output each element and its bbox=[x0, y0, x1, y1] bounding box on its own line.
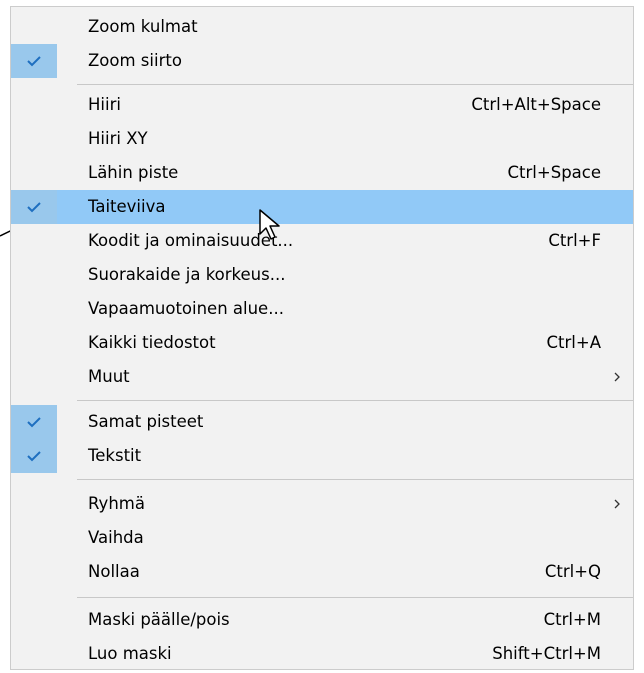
menu-item-zoom-siirto[interactable]: Zoom siirto bbox=[11, 44, 633, 78]
menu-item-label: Tekstit bbox=[88, 446, 142, 465]
check-icon bbox=[11, 405, 57, 439]
menu-item-label: Taiteviiva bbox=[88, 197, 166, 216]
menu-item-shortcut: Ctrl+A bbox=[546, 333, 601, 352]
menu-item-maski[interactable]: Maski päälle/pois Ctrl+M bbox=[11, 603, 633, 637]
menu-separator bbox=[77, 84, 633, 85]
menu-item-label: Maski päälle/pois bbox=[88, 610, 230, 629]
menu-item-hiiri[interactable]: Hiiri Ctrl+Alt+Space bbox=[11, 88, 633, 122]
menu-item-label: Kaikki tiedostot bbox=[88, 333, 216, 352]
menu-item-suorakaide[interactable]: Suorakaide ja korkeus... bbox=[11, 258, 633, 292]
menu-item-hiiri-xy[interactable]: Hiiri XY bbox=[11, 122, 633, 156]
menu-item-zoom-kulmat[interactable]: Zoom kulmat bbox=[11, 10, 633, 44]
menu-item-label: Vaihda bbox=[88, 528, 144, 547]
chevron-right-icon bbox=[613, 360, 621, 394]
menu-item-shortcut: Ctrl+M bbox=[543, 610, 601, 629]
check-icon bbox=[11, 439, 57, 473]
menu-item-label: Lähin piste bbox=[88, 163, 179, 182]
menu-item-label: Suorakaide ja korkeus... bbox=[88, 265, 286, 284]
menu-item-label: Ryhmä bbox=[88, 494, 145, 513]
chevron-right-icon bbox=[613, 487, 621, 521]
menu-separator bbox=[77, 479, 633, 480]
check-icon bbox=[11, 190, 57, 224]
menu-item-label: Nollaa bbox=[88, 562, 140, 581]
menu-item-muut[interactable]: Muut bbox=[11, 360, 633, 394]
menu-item-label: Hiiri bbox=[88, 95, 121, 114]
menu-item-shortcut: Shift+Ctrl+M bbox=[492, 644, 601, 663]
menu-item-shortcut: Ctrl+Space bbox=[507, 163, 601, 182]
menu-item-shortcut: Ctrl+F bbox=[548, 231, 601, 250]
check-icon bbox=[11, 44, 57, 78]
menu-item-label: Samat pisteet bbox=[88, 412, 204, 431]
context-menu: Zoom kulmat Zoom siirto Hiiri Ctrl+Alt+S… bbox=[10, 6, 634, 670]
menu-item-nollaa[interactable]: Nollaa Ctrl+Q bbox=[11, 555, 633, 589]
menu-item-label: Hiiri XY bbox=[88, 129, 148, 148]
menu-item-label: Zoom kulmat bbox=[88, 17, 198, 36]
menu-item-taiteviiva[interactable]: Taiteviiva bbox=[11, 190, 633, 224]
menu-item-vaihda[interactable]: Vaihda bbox=[11, 521, 633, 555]
menu-item-label: Vapaamuotoinen alue... bbox=[88, 299, 284, 318]
menu-item-samat-pisteet[interactable]: Samat pisteet bbox=[11, 405, 633, 439]
menu-item-vapaamuotoinen[interactable]: Vapaamuotoinen alue... bbox=[11, 292, 633, 326]
menu-item-luo-maski[interactable]: Luo maski Shift+Ctrl+M bbox=[11, 637, 633, 671]
menu-separator bbox=[77, 597, 633, 598]
menu-item-label: Muut bbox=[88, 367, 130, 386]
menu-item-ryhma[interactable]: Ryhmä bbox=[11, 487, 633, 521]
menu-item-label: Luo maski bbox=[88, 644, 172, 663]
menu-separator bbox=[77, 400, 633, 401]
menu-item-shortcut: Ctrl+Q bbox=[544, 562, 601, 581]
menu-item-shortcut: Ctrl+Alt+Space bbox=[471, 95, 601, 114]
mouse-cursor-icon bbox=[259, 209, 280, 240]
menu-item-kaikki-tiedostot[interactable]: Kaikki tiedostot Ctrl+A bbox=[11, 326, 633, 360]
screenshot-stage: Zoom kulmat Zoom siirto Hiiri Ctrl+Alt+S… bbox=[0, 0, 644, 673]
menu-item-tekstit[interactable]: Tekstit bbox=[11, 439, 633, 473]
menu-item-label: Zoom siirto bbox=[88, 51, 182, 70]
menu-item-koodit[interactable]: Koodit ja ominaisuudet... Ctrl+F bbox=[11, 224, 633, 258]
menu-item-lahin-piste[interactable]: Lähin piste Ctrl+Space bbox=[11, 156, 633, 190]
